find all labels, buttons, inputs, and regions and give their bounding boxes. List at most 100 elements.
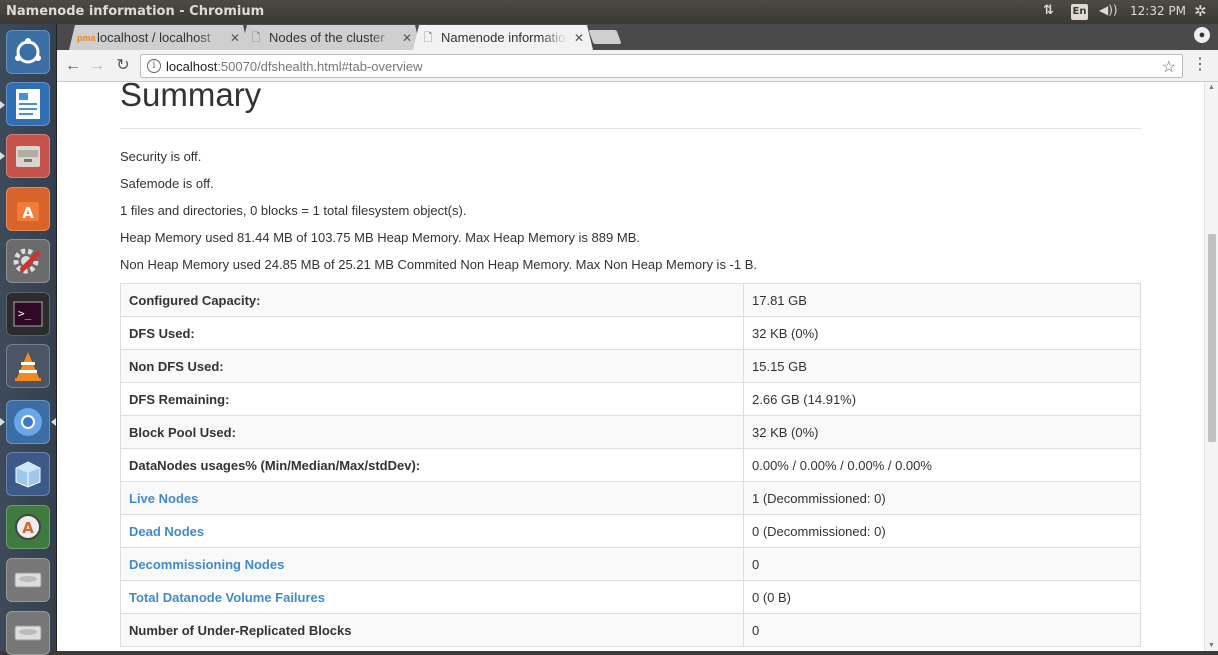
row-key: Live Nodes bbox=[120, 481, 744, 515]
vlc-icon[interactable] bbox=[6, 344, 50, 388]
menu-kebab-icon[interactable]: ⋮ bbox=[1192, 56, 1208, 74]
scrollbar-thumb[interactable] bbox=[1208, 234, 1216, 442]
volume-icon[interactable]: ◀)) bbox=[1099, 3, 1118, 17]
row-value: 0 bbox=[743, 547, 1141, 581]
url-host: localhost bbox=[166, 59, 218, 74]
row-key: DFS Remaining: bbox=[120, 382, 744, 416]
tab-title: Namenode information bbox=[441, 30, 567, 45]
table-row: DFS Used: 32 KB (0%) bbox=[120, 316, 1141, 350]
new-tab-button[interactable] bbox=[588, 30, 622, 44]
back-icon[interactable]: ← bbox=[63, 56, 83, 76]
row-value: 1 (Decommissioned: 0) bbox=[743, 481, 1141, 515]
table-row: Live Nodes 1 (Decommissioned: 0) bbox=[120, 481, 1141, 515]
software-updater-icon[interactable]: A bbox=[6, 505, 50, 549]
live-nodes-link[interactable]: Live Nodes bbox=[129, 491, 198, 506]
row-key: Block Pool Used: bbox=[120, 415, 744, 449]
tab-title: Nodes of the cluster bbox=[269, 30, 385, 45]
tab-nodes-of-cluster[interactable]: 🗋 Nodes of the cluster ✕ bbox=[241, 25, 421, 50]
reload-icon[interactable]: ↻ bbox=[113, 56, 133, 76]
row-key: Dead Nodes bbox=[120, 514, 744, 548]
row-key: DFS Used: bbox=[120, 316, 744, 350]
table-row: Block Pool Used: 32 KB (0%) bbox=[120, 415, 1141, 449]
virtualbox-icon[interactable] bbox=[6, 452, 50, 496]
browser-toolbar: ← → ↻ i localhost:50070/dfshealth.html#t… bbox=[57, 50, 1218, 82]
close-icon[interactable]: ✕ bbox=[229, 31, 241, 45]
keyboard-layout-indicator[interactable]: En bbox=[1071, 4, 1088, 20]
table-row: Number of Under-Replicated Blocks 0 bbox=[120, 613, 1141, 647]
address-bar[interactable]: i localhost:50070/dfshealth.html#tab-ove… bbox=[140, 54, 1183, 78]
page-viewport: Summary Security is off. Safemode is off… bbox=[57, 82, 1218, 651]
clock[interactable]: 12:32 PM bbox=[1130, 4, 1186, 18]
dead-nodes-link[interactable]: Dead Nodes bbox=[129, 524, 204, 539]
files-icon[interactable] bbox=[6, 134, 50, 178]
close-icon[interactable]: ✕ bbox=[401, 31, 413, 45]
svg-text:>_: >_ bbox=[18, 307, 32, 320]
site-info-icon[interactable]: i bbox=[147, 59, 161, 73]
row-value: 0 (Decommissioned: 0) bbox=[743, 514, 1141, 548]
row-key: Configured Capacity: bbox=[120, 283, 744, 317]
forward-icon[interactable]: → bbox=[87, 56, 107, 76]
row-key: DataNodes usages% (Min/Median/Max/stdDev… bbox=[120, 448, 744, 482]
url-text[interactable]: localhost:50070/dfshealth.html#tab-overv… bbox=[166, 59, 423, 74]
security-status: Security is off. bbox=[120, 149, 202, 164]
row-key: Total Datanode Volume Failures bbox=[120, 580, 744, 614]
drive-icon[interactable] bbox=[6, 611, 50, 655]
summary-table: Configured Capacity: 17.81 GB DFS Used: 32… bbox=[120, 283, 1141, 647]
row-value: 32 KB (0%) bbox=[743, 316, 1141, 350]
page-title: Summary bbox=[120, 82, 262, 113]
table-row: Total Datanode Volume Failures 0 (0 B) bbox=[120, 580, 1141, 614]
drive-icon[interactable] bbox=[6, 558, 50, 602]
row-key: Non DFS Used: bbox=[120, 349, 744, 383]
scroll-up-icon[interactable]: ▲ bbox=[1208, 84, 1215, 91]
volume-failures-link[interactable]: Total Datanode Volume Failures bbox=[129, 590, 325, 605]
overview-section: Summary Security is off. Safemode is off… bbox=[120, 82, 1141, 647]
row-value: 0 bbox=[743, 613, 1141, 647]
row-value: 0 (0 B) bbox=[743, 580, 1141, 614]
close-icon[interactable]: ✕ bbox=[573, 31, 585, 45]
filesystem-objects-info: 1 files and directories, 0 blocks = 1 to… bbox=[120, 203, 467, 218]
table-row: Decommissioning Nodes 0 bbox=[120, 547, 1141, 581]
tab-title: localhost / localhost bbox=[97, 30, 211, 45]
divider bbox=[120, 128, 1141, 129]
table-row: DataNodes usages% (Min/Median/Max/stdDev… bbox=[120, 448, 1141, 482]
row-key: Decommissioning Nodes bbox=[120, 547, 744, 581]
row-value: 32 KB (0%) bbox=[743, 415, 1141, 449]
row-value: 2.66 GB (14.91%) bbox=[743, 382, 1141, 416]
profile-icon[interactable]: ● bbox=[1194, 27, 1210, 43]
page-favicon-icon: 🗋 bbox=[251, 31, 261, 44]
safemode-status: Safemode is off. bbox=[120, 176, 214, 191]
network-icon[interactable]: ⇅ bbox=[1043, 3, 1054, 18]
software-center-icon[interactable]: A bbox=[6, 187, 50, 231]
session-gear-icon[interactable]: ✲ bbox=[1194, 2, 1207, 20]
row-value: 0.00% / 0.00% / 0.00% / 0.00% bbox=[743, 448, 1141, 482]
tab-localhost[interactable]: pma localhost / localhost ✕ bbox=[69, 25, 249, 50]
bookmark-star-icon[interactable]: ☆ bbox=[1162, 57, 1176, 77]
table-row: Non DFS Used: 15.15 GB bbox=[120, 349, 1141, 383]
phpmyadmin-favicon-icon: pma bbox=[77, 32, 96, 43]
decommissioning-nodes-link[interactable]: Decommissioning Nodes bbox=[129, 557, 284, 572]
unity-launcher: A >_ A bbox=[0, 24, 57, 655]
writer-icon[interactable] bbox=[6, 82, 50, 126]
svg-text:A: A bbox=[22, 519, 34, 537]
system-settings-icon[interactable] bbox=[6, 239, 50, 283]
non-heap-memory-info: Non Heap Memory used 24.85 MB of 25.21 M… bbox=[120, 257, 758, 272]
table-row: Configured Capacity: 17.81 GB bbox=[120, 283, 1141, 317]
scroll-down-icon[interactable]: ▼ bbox=[1208, 642, 1215, 649]
system-top-panel: Namenode information - Chromium ⇅ En ◀))… bbox=[0, 0, 1218, 24]
table-row: DFS Remaining: 2.66 GB (14.91%) bbox=[120, 382, 1141, 416]
chromium-icon[interactable] bbox=[6, 400, 50, 444]
heap-memory-info: Heap Memory used 81.44 MB of 103.75 MB H… bbox=[120, 230, 640, 245]
browser-tab-strip: pma localhost / localhost ✕ 🗋 Nodes of t… bbox=[57, 24, 1218, 50]
svg-text:A: A bbox=[22, 204, 34, 222]
window-title: Namenode information - Chromium bbox=[6, 4, 265, 19]
row-key: Number of Under-Replicated Blocks bbox=[120, 613, 744, 647]
row-value: 15.15 GB bbox=[743, 349, 1141, 383]
terminal-icon[interactable]: >_ bbox=[6, 292, 50, 336]
table-row: Dead Nodes 0 (Decommissioned: 0) bbox=[120, 514, 1141, 548]
row-value: 17.81 GB bbox=[743, 283, 1141, 317]
tab-namenode-information[interactable]: 🗋 Namenode information ✕ bbox=[413, 25, 593, 50]
url-path: :50070/dfshealth.html#tab-overview bbox=[217, 59, 423, 74]
page-favicon-icon: 🗋 bbox=[423, 31, 433, 44]
vertical-scrollbar[interactable]: ▲ ▼ bbox=[1204, 82, 1218, 651]
ubuntu-dash-icon[interactable] bbox=[6, 30, 50, 74]
